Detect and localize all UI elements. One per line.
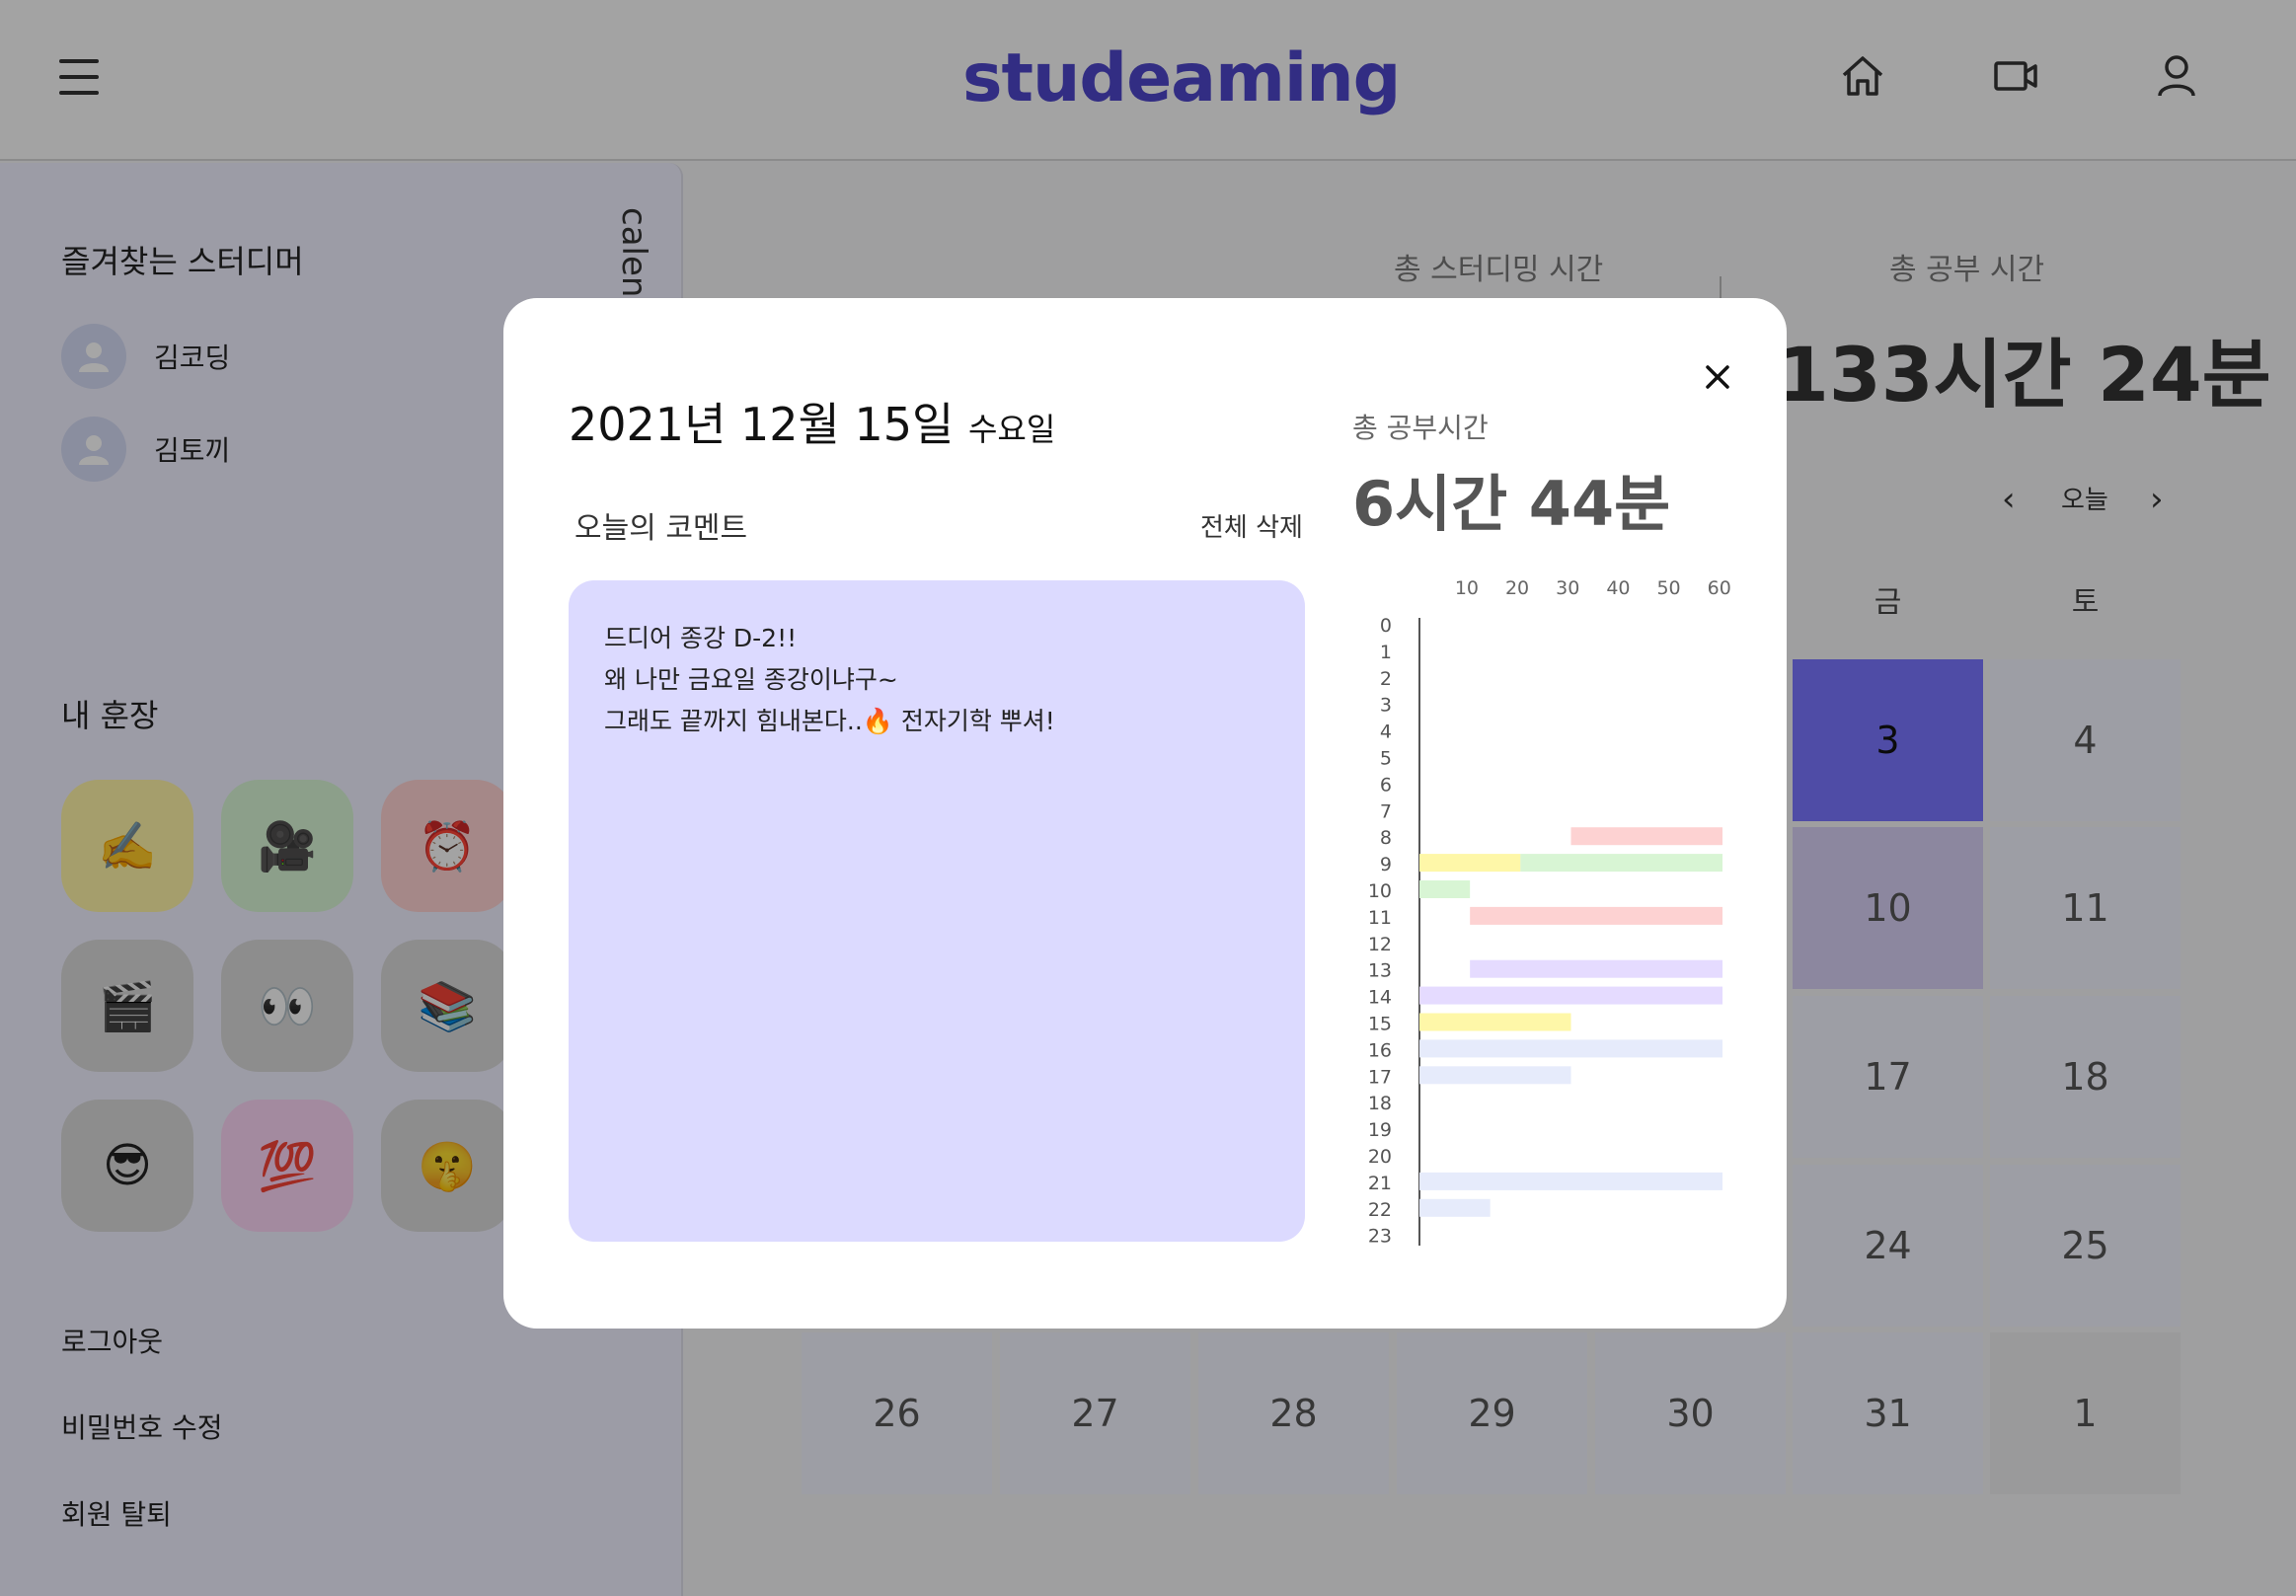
y-tick-label: 19 [1368,1119,1392,1141]
comment-line: 왜 나만 금요일 종강이냐구~ [604,665,898,694]
y-tick-label: 2 [1380,668,1392,690]
x-tick-label: 60 [1708,577,1731,599]
total-study-time-label: 총 공부시간 [1352,412,1489,444]
y-tick-label: 16 [1368,1039,1392,1061]
modal-weekday: 수요일 [967,411,1056,448]
y-tick-label: 11 [1368,907,1392,929]
study-time-bar [1419,1172,1722,1190]
y-tick-label: 3 [1380,695,1392,717]
x-tick-label: 30 [1556,577,1579,599]
delete-all-button[interactable]: 전체 삭제 [1200,507,1303,544]
study-time-bar [1470,906,1722,925]
study-time-bar [1419,986,1722,1005]
x-tick-label: 40 [1606,577,1630,599]
close-icon[interactable] [1696,355,1739,399]
comment-line: 드디어 종강 D-2!! [604,624,798,652]
day-detail-modal: 2021년 12월 15일 수요일 오늘의 코멘트 전체 삭제 드디어 종강 D… [503,298,1787,1329]
study-time-bar [1419,1198,1491,1217]
y-tick-label: 12 [1368,934,1392,955]
x-tick-label: 20 [1505,577,1529,599]
y-tick-label: 9 [1380,854,1392,875]
comment-line: 그래도 끝까지 힘내본다..🔥 전자기학 뿌셔! [604,707,1055,735]
y-tick-label: 15 [1368,1014,1392,1035]
study-time-bar [1419,1039,1722,1058]
modal-date-text: 2021년 12월 15일 [569,398,955,451]
study-time-bar [1419,1066,1571,1085]
y-tick-label: 5 [1380,748,1392,770]
x-tick-label: 50 [1656,577,1680,599]
study-time-bar [1520,854,1722,873]
y-tick-label: 22 [1368,1199,1392,1221]
study-time-bar [1419,1013,1571,1031]
y-tick-label: 0 [1380,615,1392,637]
study-time-bar [1419,880,1471,898]
y-tick-label: 1 [1380,642,1392,663]
y-tick-label: 10 [1368,880,1392,902]
y-tick-label: 23 [1368,1226,1392,1246]
y-tick-label: 14 [1368,987,1392,1009]
comment-box[interactable]: 드디어 종강 D-2!! 왜 나만 금요일 종강이냐구~ 그래도 끝까지 힘내본… [569,580,1305,1242]
x-tick-label: 10 [1455,577,1479,599]
y-tick-label: 21 [1368,1173,1392,1194]
y-tick-label: 13 [1368,960,1392,982]
total-study-time-value: 6시간 44분 [1352,468,1671,540]
y-tick-label: 20 [1368,1146,1392,1168]
modal-date: 2021년 12월 15일 수요일 [569,389,1055,454]
study-time-bar [1419,854,1521,873]
comment-title: 오늘의 코멘트 [574,511,748,546]
hourly-study-chart: 10 20 30 40 50 600123456789101112131415161718… [1368,577,1731,1246]
y-tick-label: 17 [1368,1066,1392,1088]
study-time-bar [1570,827,1722,846]
study-time-bar [1470,959,1722,978]
y-tick-label: 7 [1380,800,1392,822]
y-tick-label: 6 [1380,774,1392,796]
y-tick-label: 8 [1380,827,1392,849]
y-tick-label: 4 [1380,722,1392,743]
y-tick-label: 18 [1368,1093,1392,1114]
